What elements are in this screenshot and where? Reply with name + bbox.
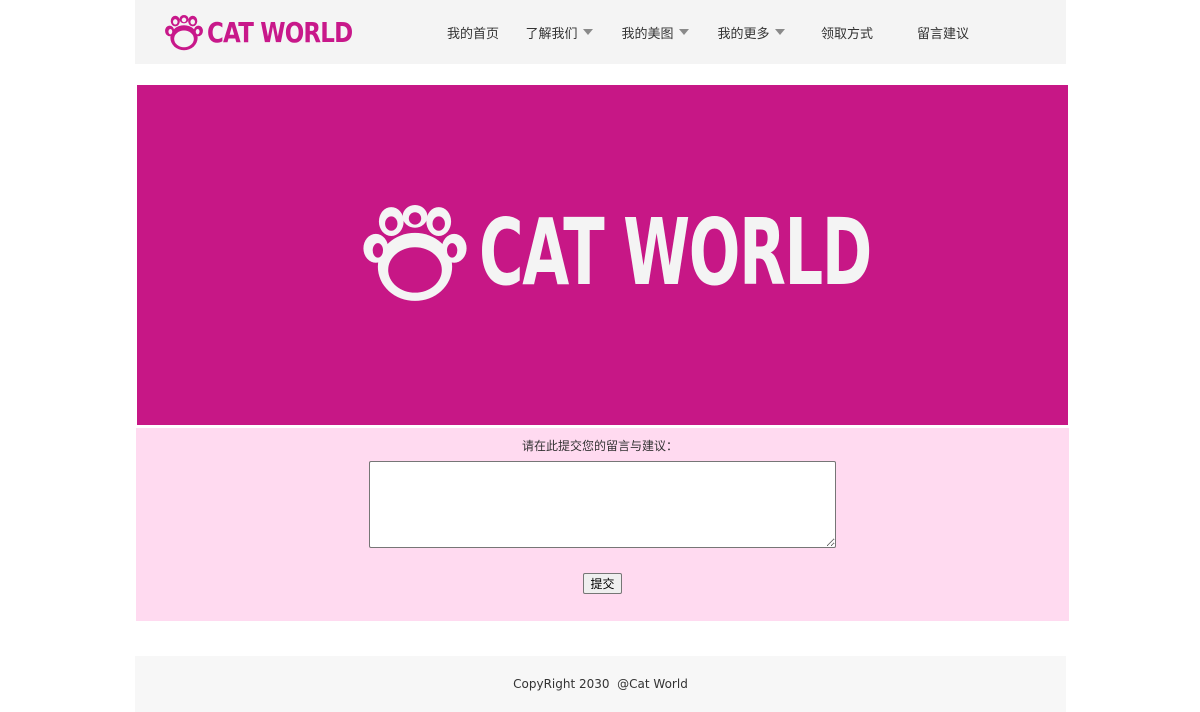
copyright-text: CopyRight 2030 @Cat World bbox=[513, 677, 688, 691]
nav-item-home[interactable]: 我的首页 bbox=[435, 0, 511, 64]
hero-banner: CAT WORLD bbox=[137, 85, 1068, 425]
nav-item-gallery[interactable]: 我的美图 bbox=[607, 0, 703, 64]
nav-item-label: 我的美图 bbox=[621, 26, 674, 42]
site-footer: CopyRight 2030 @Cat World bbox=[135, 656, 1066, 712]
nav-item-label: 了解我们 bbox=[525, 26, 578, 42]
site-logo[interactable]: CAT WORLD bbox=[165, 14, 384, 52]
caret-down-icon bbox=[774, 29, 785, 35]
logo-wordmark: CAT WORLD bbox=[207, 16, 353, 49]
nav-item-label: 留言建议 bbox=[916, 26, 969, 42]
paw-icon bbox=[165, 15, 203, 51]
feedback-form: 请在此提交您的留言与建议： 提交 bbox=[136, 428, 1069, 621]
feedback-label: 请在此提交您的留言与建议： bbox=[521, 439, 678, 453]
nav-item-claim[interactable]: 领取方式 bbox=[799, 0, 895, 64]
main-nav: 我的首页 了解我们 我的美图 我的更多 领取方式 留言建议 bbox=[435, 0, 991, 64]
banner-wordmark: CAT WORLD bbox=[479, 199, 872, 306]
paw-icon bbox=[363, 205, 467, 301]
submit-button[interactable]: 提交 bbox=[583, 573, 622, 594]
feedback-textarea[interactable] bbox=[369, 461, 836, 548]
nav-item-label: 我的更多 bbox=[717, 26, 770, 42]
nav-item-feedback[interactable]: 留言建议 bbox=[895, 0, 991, 64]
nav-item-about[interactable]: 了解我们 bbox=[511, 0, 607, 64]
nav-item-label: 领取方式 bbox=[820, 26, 873, 42]
caret-down-icon bbox=[678, 29, 689, 35]
nav-item-more[interactable]: 我的更多 bbox=[703, 0, 799, 64]
site-header: CAT WORLD 我的首页 了解我们 我的美图 我的更多 领取方式 留言建议 bbox=[135, 0, 1066, 64]
nav-item-label: 我的首页 bbox=[446, 26, 499, 42]
caret-down-icon bbox=[582, 29, 593, 35]
